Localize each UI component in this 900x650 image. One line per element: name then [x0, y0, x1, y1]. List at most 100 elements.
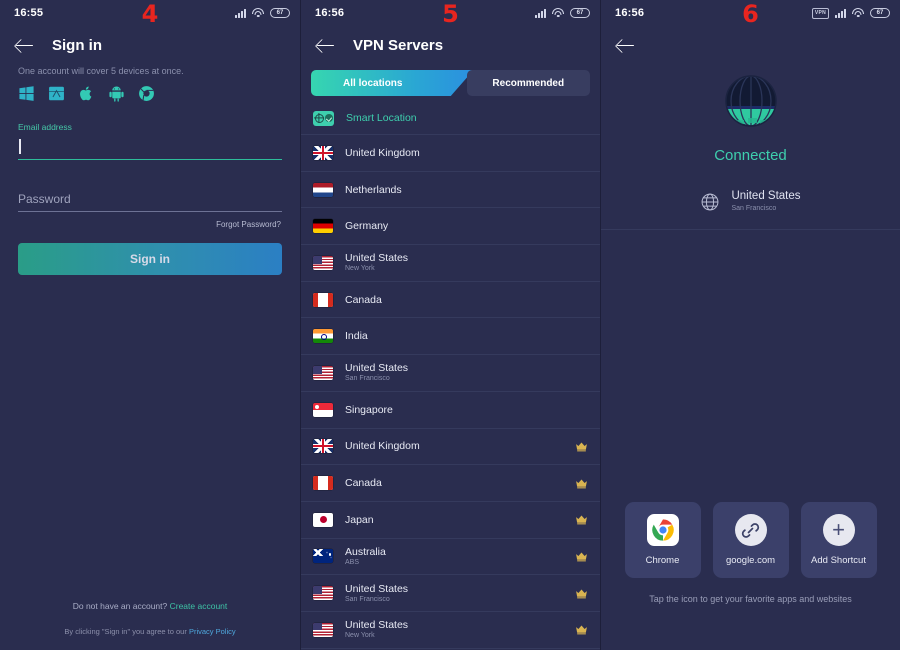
server-row[interactable]: United Kingdom	[301, 429, 600, 466]
crown-icon	[576, 478, 587, 488]
server-text: Germany	[345, 220, 388, 232]
email-field-group: Email address	[0, 122, 300, 160]
password-placeholder: Password	[18, 191, 71, 206]
smart-location-label: Smart Location	[346, 112, 417, 124]
panel-vpn-servers: 16:56 67 5 VPN Servers All locations Rec…	[300, 0, 600, 650]
flag-icon	[313, 402, 333, 417]
wifi-icon	[852, 8, 864, 18]
server-name: United States	[345, 362, 409, 375]
app-bar: VPN Servers	[301, 26, 600, 64]
status-time: 16:55	[14, 7, 44, 19]
panel-signin: 16:55 67 4 Sign in One account will cove…	[0, 0, 300, 650]
flag-icon	[313, 365, 333, 380]
current-location-name: United States	[731, 190, 801, 202]
shortcut-label: Chrome	[645, 555, 680, 567]
flag-icon	[313, 329, 333, 344]
forgot-password-link[interactable]: Forgot Password?	[0, 212, 300, 229]
battery-icon: 67	[270, 8, 290, 18]
server-text: United States New York	[345, 619, 408, 640]
location-tabs: All locations Recommended	[301, 64, 600, 102]
link-icon	[734, 514, 767, 547]
server-row[interactable]: United Kingdom	[301, 135, 600, 172]
crown-icon	[576, 589, 587, 598]
shortcut-add[interactable]: + Add Shortcut	[800, 502, 877, 579]
flag-icon	[313, 219, 333, 234]
chrome-icon	[139, 86, 154, 101]
battery-icon: 67	[570, 8, 590, 18]
server-row[interactable]: United States New York	[301, 245, 600, 282]
server-name: Canada	[345, 477, 382, 489]
step-number-4: 4	[141, 0, 159, 28]
server-city: ABS	[345, 558, 360, 566]
server-row[interactable]: United States San Francisco	[301, 355, 600, 392]
flag-icon	[313, 586, 333, 601]
tab-all-locations[interactable]: All locations	[311, 70, 474, 96]
apple-icon	[80, 86, 92, 101]
no-account-text: Do not have an account?	[72, 601, 168, 611]
signal-icon	[235, 8, 246, 18]
vpn-badge-icon: VPN	[811, 7, 829, 19]
password-input[interactable]: Password	[18, 186, 282, 212]
server-name: United Kingdom	[345, 440, 420, 453]
server-text: India	[345, 330, 368, 342]
signin-subtitle: One account will cover 5 devices at once…	[18, 66, 184, 76]
status-time: 16:56	[615, 7, 645, 19]
smart-location-row[interactable]: Smart Location	[301, 102, 600, 135]
server-row[interactable]: Germany	[301, 208, 600, 246]
server-row[interactable]: India	[301, 318, 600, 356]
terms-row: By clicking "Sign in" you agree to our P…	[0, 627, 300, 636]
flag-icon	[313, 255, 333, 270]
status-icons: 67	[535, 8, 590, 18]
globe-icon	[702, 193, 719, 211]
shortcut-google[interactable]: google.com	[712, 502, 789, 579]
plus-icon: +	[822, 514, 855, 547]
step-number-5: 5	[442, 0, 459, 28]
email-label: Email address	[18, 122, 72, 132]
server-list: United Kingdom Netherlands Germany United S…	[301, 135, 600, 649]
server-text: Australia ABS	[345, 546, 386, 567]
platform-icons	[0, 76, 300, 102]
flag-icon	[313, 512, 333, 527]
email-input[interactable]	[18, 134, 282, 160]
connected-globe-icon	[724, 75, 777, 127]
server-city: San Francisco	[345, 595, 390, 603]
server-name: India	[345, 330, 368, 343]
create-account-row: Do not have an account? Create account	[0, 601, 300, 611]
server-name: United States	[345, 582, 409, 595]
shortcut-chrome[interactable]: Chrome	[624, 502, 701, 579]
server-row[interactable]: Australia ABS	[301, 539, 600, 576]
chrome-icon	[646, 514, 679, 547]
server-city: San Francisco	[345, 375, 390, 383]
current-location-row[interactable]: United States San Francisco	[601, 190, 900, 231]
back-arrow-icon[interactable]	[14, 34, 36, 56]
password-field-group: Password	[0, 186, 300, 212]
create-account-link[interactable]: Create account	[170, 601, 228, 611]
server-row[interactable]: Canada	[301, 282, 600, 319]
terms-prefix: By clicking "Sign in" you agree to our	[64, 627, 187, 636]
server-row[interactable]: Canada	[301, 465, 600, 502]
crown-icon	[576, 625, 587, 635]
signin-button[interactable]: Sign in	[18, 243, 282, 275]
server-text: United States New York	[345, 252, 408, 273]
server-text: Netherlands	[345, 184, 402, 196]
server-name: Singapore	[345, 403, 393, 416]
current-location-city: San Francisco	[731, 204, 777, 212]
server-city: New York	[345, 265, 375, 273]
connection-status-area: Connected United States San Francisco	[601, 64, 900, 231]
server-row[interactable]: United States New York	[301, 612, 600, 649]
server-text: United Kingdom	[345, 147, 420, 159]
server-row[interactable]: United States San Francisco	[301, 575, 600, 612]
server-row[interactable]: Japan	[301, 502, 600, 539]
mac-icon	[49, 86, 64, 101]
server-row[interactable]: Netherlands	[301, 172, 600, 209]
back-arrow-icon[interactable]	[615, 34, 637, 56]
privacy-policy-link[interactable]: Privacy Policy	[189, 627, 236, 636]
shortcut-label: google.com	[725, 555, 776, 567]
crown-icon	[576, 442, 587, 452]
server-text: Canada	[345, 477, 382, 489]
back-arrow-icon[interactable]	[315, 34, 337, 56]
server-row[interactable]: Singapore	[301, 392, 600, 429]
flag-icon	[313, 439, 333, 454]
windows-icon	[19, 86, 34, 101]
tab-recommended[interactable]: Recommended	[466, 70, 591, 96]
